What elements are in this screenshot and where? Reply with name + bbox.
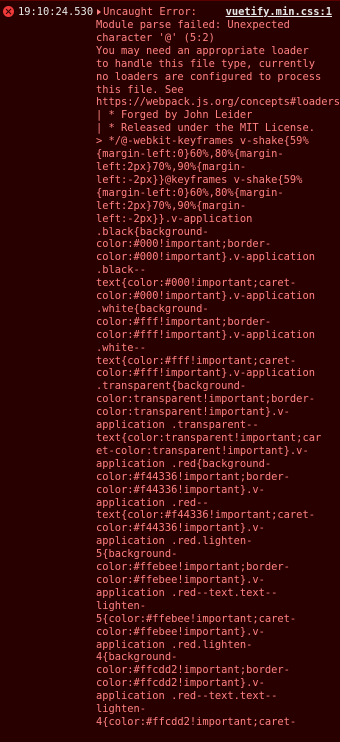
error-type-label: Uncaught Error: — [103, 6, 197, 18]
timestamp: 19:10:24.530 — [18, 6, 94, 18]
error-icon — [3, 6, 14, 17]
error-message: Module parse failed: Unexpected characte… — [96, 19, 340, 728]
expand-triangle-icon[interactable] — [97, 8, 102, 15]
console-error-entry: 19:10:24.530 Uncaught Error: vuetify.min.… — [0, 0, 340, 742]
error-header: 19:10:24.530 Uncaught Error: vuetify.min.… — [18, 6, 336, 19]
source-file-link[interactable]: vuetify.min.css:1 — [226, 6, 332, 19]
